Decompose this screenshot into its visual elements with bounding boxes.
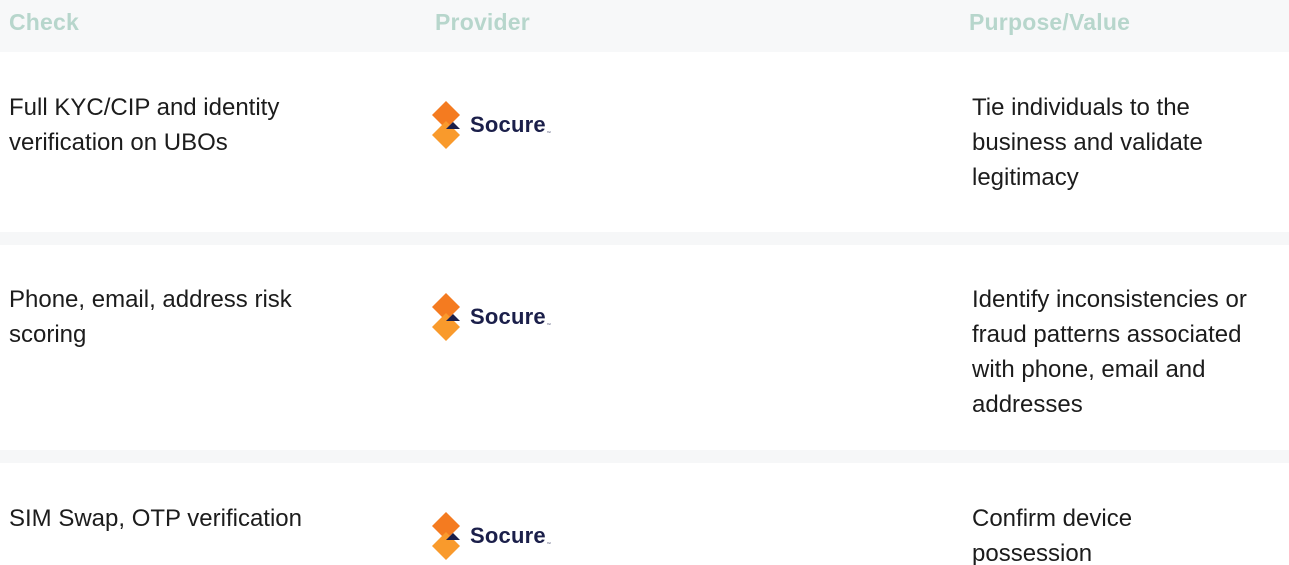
header-provider: Provider [435,9,530,35]
header-purpose: Purpose/Value [969,9,1131,35]
provider-logo: Socure ™ [432,293,551,341]
row-divider [0,232,1289,245]
socure-logo-icon [432,101,460,149]
table-header: Check Provider Purpose/Value [0,0,1289,52]
check-line: verification on UBOs [9,129,228,156]
purpose-line: possession [972,540,1093,565]
provider-logo: Socure ™ [432,512,551,560]
trademark-mark: ™ [546,130,551,135]
checks-table: Check Provider Purpose/Value Full KYC/CI… [0,0,1289,565]
provider-logo: Socure ™ [432,101,551,149]
purpose-line: addresses [972,391,1083,418]
purpose-line: with phone, email and [972,356,1206,383]
check-cell: Phone, email, address risk scoring [9,282,369,352]
trademark-mark: ™ [546,541,551,546]
check-line: Full KYC/CIP and identity [9,94,280,121]
purpose-cell: Identify inconsistencies or fraud patter… [972,282,1287,422]
check-line: scoring [9,321,87,348]
provider-name: Socure [470,304,546,329]
socure-logo-icon [432,512,460,560]
header-check: Check [9,9,80,35]
check-cell: SIM Swap, OTP verification [9,501,369,536]
purpose-line: Identify inconsistencies or [972,286,1247,313]
purpose-line: Tie individuals to the [972,94,1190,121]
purpose-line: Confirm device [972,505,1133,532]
provider-name: Socure [470,112,546,137]
purpose-line: business and validate [972,129,1203,156]
purpose-cell: Confirm device possession [972,501,1287,565]
provider-name: Socure [470,523,546,548]
purpose-line: fraud patterns associated [972,321,1242,348]
trademark-mark: ™ [546,322,551,327]
check-cell: Full KYC/CIP and identity verification o… [9,90,369,160]
purpose-line: legitimacy [972,164,1079,191]
check-line: Phone, email, address risk [9,286,292,313]
purpose-cell: Tie individuals to the business and vali… [972,90,1287,195]
check-line: SIM Swap, OTP verification [9,505,302,532]
row-divider [0,450,1289,463]
socure-logo-icon [432,293,460,341]
